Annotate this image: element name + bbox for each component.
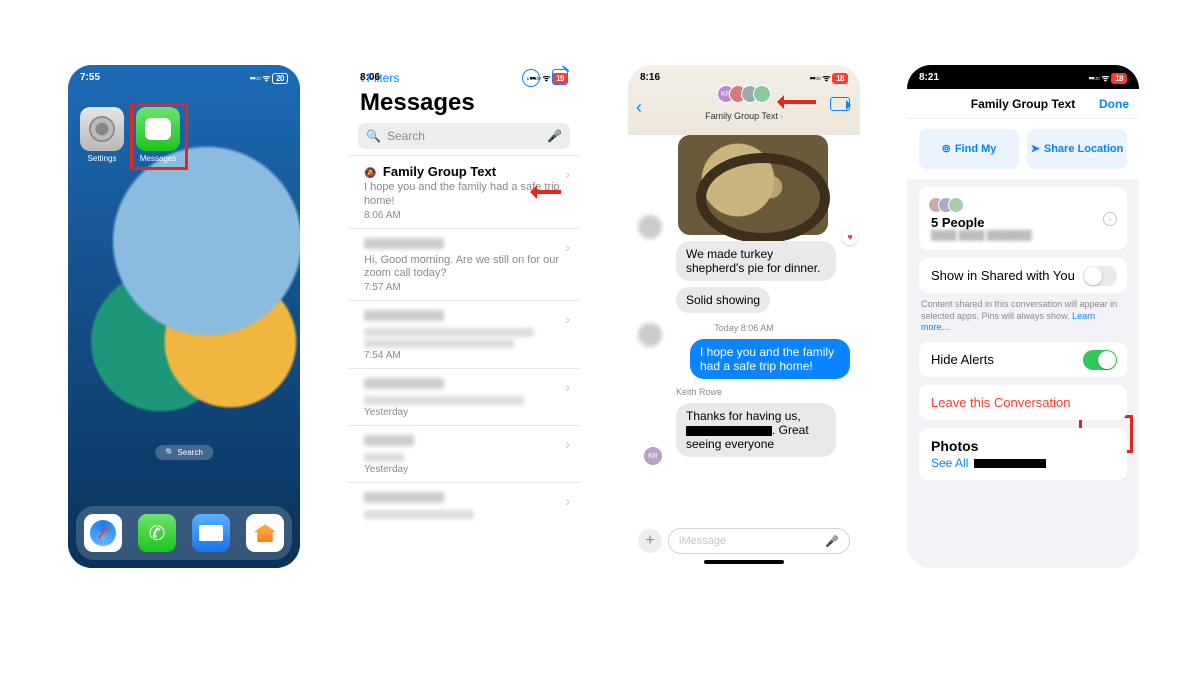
clock: 7:55 [80,72,100,83]
phone-icon: ✆ [149,521,166,546]
back-button[interactable]: ‹ [636,97,642,118]
timestamp-label: Today 8:06 AM [628,323,860,333]
gear-icon [80,107,124,151]
home-indicator[interactable] [704,560,784,564]
message-incoming[interactable]: Solid showing [676,287,770,313]
conversation-row[interactable]: Hi, Good morning. Are we still on for ou… [348,228,580,301]
hide-alerts-toggle[interactable] [1083,350,1117,370]
facetime-button[interactable] [830,97,850,111]
conversation-header[interactable]: 8:16 ▪▪▫▫ ᯤ 18 ‹ KR Family Group Text › [628,65,860,135]
status-bar: 7:55 ▪▪▫▫ ᯤ 20 [68,65,300,89]
screen-messages-list: 8:06 ▪▪▫▫ ᯤ 19 ‹Filters ⋯ Messages 🔍 Sea… [348,65,580,568]
leave-conversation-cell[interactable]: Leave this Conversation [919,385,1127,420]
sender-avatar [638,215,662,239]
photos-section[interactable]: Photos See All [919,428,1127,480]
shared-hint: Content shared in this conversation will… [907,293,1139,334]
findmy-icon: ⊚ [942,143,951,155]
compose-button[interactable] [552,69,568,85]
mute-icon: 🔕 [364,168,376,179]
clock: 8:21 [919,72,939,83]
blurred-name [364,238,444,249]
status-right: ▪▪▫▫ ᯤ 20 [250,71,288,84]
message-outgoing[interactable]: I hope you and the family had a safe tri… [690,339,850,379]
page-title: Messages [348,87,580,123]
mic-icon: 🎤 [547,129,562,143]
see-all-link[interactable]: See All [931,456,968,470]
group-avatars: KR [720,85,768,103]
screen-conversation: 8:16 ▪▪▫▫ ᯤ 18 ‹ KR Family Group Text › … [628,65,860,568]
dock-home[interactable] [246,514,284,552]
share-location-button[interactable]: ➤Share Location [1027,129,1127,169]
conversation-row[interactable]: 7:54 AM › [348,300,580,368]
location-arrow-icon: ➤ [1031,143,1040,155]
dock-mail[interactable] [192,514,230,552]
sheet-title: Family Group Text [971,97,1075,111]
group-name: Family Group Text › [705,111,783,121]
shared-with-you-cell[interactable]: Show in Shared with You [919,258,1127,293]
chevron-right-icon: › [565,239,570,255]
redacted-text [686,426,772,436]
search-icon: 🔍 [366,129,381,143]
clock: 8:16 [640,72,660,83]
mail-icon [199,525,223,541]
people-names-blurred: ████ ████ ███████ [931,230,1115,240]
status-bar: 8:06 ▪▪▫▫ ᯤ 19 [348,65,580,89]
annotation-highlight [130,103,188,170]
search-input[interactable]: 🔍 Search 🎤 [358,123,570,149]
chevron-right-icon: › [781,114,783,121]
sender-avatar: KR [644,447,662,465]
status-bar: 8:21 ▪▪▫▫ ᯤ 18 [907,65,1139,89]
redacted-bar [974,459,1046,468]
dock-phone[interactable]: ✆ [138,514,176,552]
annotation-arrow [770,95,816,109]
screen-group-details: 8:21 ▪▪▫▫ ᯤ 18 Family Group Text Done ⊚F… [907,65,1139,568]
sender-name: Keith Rowe [676,387,860,397]
app-settings[interactable]: Settings [78,107,126,163]
tapback-heart-icon[interactable]: ♥ [842,229,858,245]
findmy-button[interactable]: ⊚Find My [919,129,1019,169]
mic-icon: 🎤 [825,535,839,548]
message-incoming[interactable]: We made turkey shepherd's pie for dinner… [676,241,836,281]
message-input[interactable]: iMessage 🎤 [668,528,850,554]
image-attachment[interactable] [678,135,828,235]
sheet-header: Family Group Text Done [907,89,1139,119]
hide-alerts-cell[interactable]: Hide Alerts [919,342,1127,377]
attach-button[interactable]: + [638,529,662,553]
clock: 8:06 [360,72,380,83]
conversation-row[interactable]: Yesterday › [348,425,580,482]
dock: ✆ [76,506,292,560]
screen-home: 7:55 ▪▪▫▫ ᯤ 20 Settings Messages 🔍 Searc… [68,65,300,568]
conversation-row[interactable]: › [348,482,580,528]
spotlight-search[interactable]: 🔍 Search [155,445,213,460]
chevron-right-icon: › [565,166,570,182]
annotation-arrow [523,185,561,199]
done-button[interactable]: Done [1099,97,1129,111]
conversation-row[interactable]: Yesterday › [348,368,580,425]
dock-safari[interactable] [84,514,122,552]
people-cell[interactable]: 5 People ████ ████ ███████ › [919,187,1127,250]
home-icon [254,524,276,542]
safari-icon [90,520,116,546]
shared-with-you-toggle[interactable] [1083,266,1117,286]
sender-avatar [638,323,662,347]
message-incoming[interactable]: Thanks for having us, . Great seeing eve… [676,403,836,457]
chevron-right-icon: › [1103,212,1117,226]
